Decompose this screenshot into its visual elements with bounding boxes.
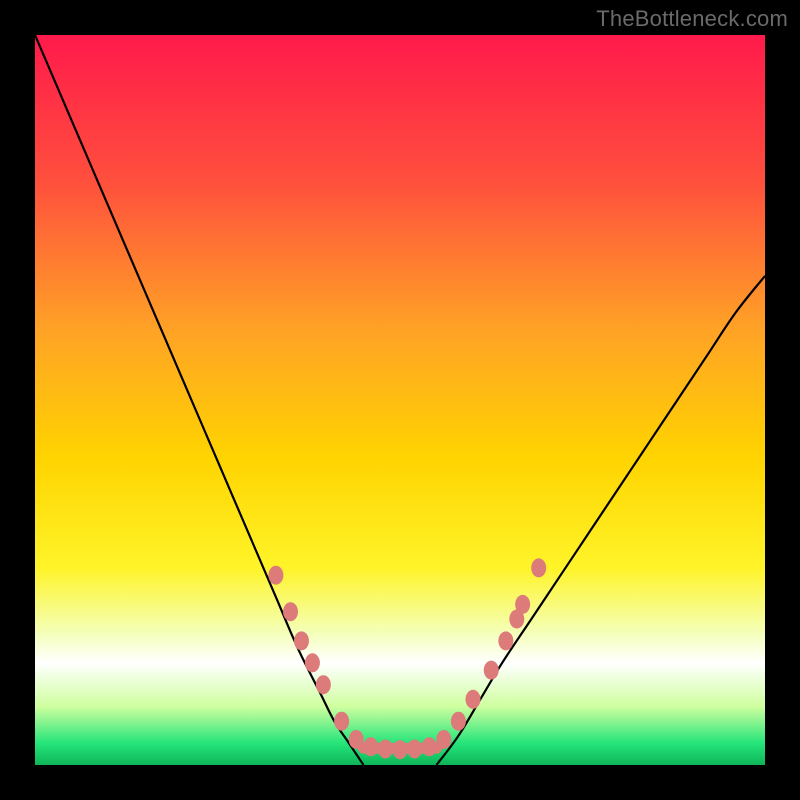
plot-area [35, 35, 765, 765]
gradient-background [35, 35, 765, 765]
marker-dot [316, 675, 331, 694]
marker-dot [305, 653, 320, 672]
marker-dot [334, 712, 349, 731]
marker-dot [422, 737, 437, 756]
marker-dot [531, 558, 546, 577]
chart-frame: TheBottleneck.com [0, 0, 800, 800]
marker-dot [498, 631, 513, 650]
marker-dot [393, 740, 408, 759]
marker-dot [268, 566, 283, 585]
marker-dot [294, 631, 309, 650]
chart-svg [35, 35, 765, 765]
marker-dot [407, 739, 422, 758]
marker-dot [363, 737, 378, 756]
marker-dot [466, 690, 481, 709]
marker-dot [436, 730, 451, 749]
marker-dot [378, 739, 393, 758]
marker-dot [515, 595, 530, 614]
marker-dot [283, 602, 298, 621]
marker-dot [451, 712, 466, 731]
watermark-text: TheBottleneck.com [596, 6, 788, 32]
marker-dot [349, 730, 364, 749]
marker-dot [484, 661, 499, 680]
